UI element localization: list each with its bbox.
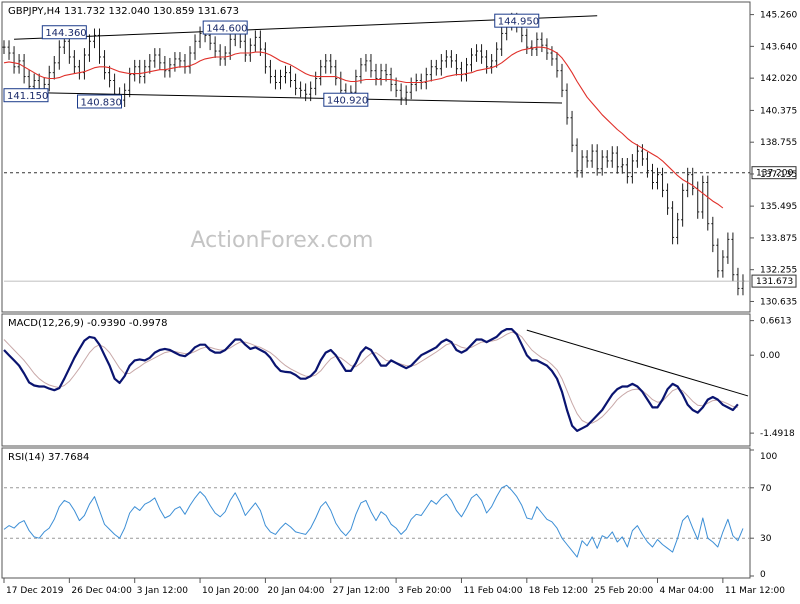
macd-y-tick-label: -1.4918 — [760, 429, 795, 439]
price-level-label: 144.600 — [206, 24, 247, 35]
x-tick-label: 20 Jan 04:00 — [267, 586, 324, 596]
chart-ohlc-label: 131.732 132.040 130.859 131.673 — [64, 6, 239, 17]
price-y-tick-label: 140.375 — [760, 106, 797, 116]
price-y-tick-label: 143.640 — [760, 42, 797, 52]
x-tick-label: 25 Feb 20:00 — [594, 586, 653, 596]
price-level-label: 140.830 — [81, 97, 122, 108]
price-y-tick-label: 130.635 — [760, 297, 797, 307]
price-y-tick-label: 133.875 — [760, 234, 797, 244]
x-tick-label: 4 Mar 04:00 — [660, 586, 715, 596]
price-level-label: 144.950 — [498, 17, 539, 28]
price-y-tick-label: 132.255 — [760, 266, 797, 276]
rsi-y-tick-label: 100 — [760, 452, 777, 462]
price-y-tick-label: 138.755 — [760, 138, 797, 148]
x-tick-label: 3 Jan 12:00 — [137, 586, 189, 596]
price-y-tick-label: 145.260 — [760, 11, 797, 21]
macd-y-tick-label: 0.6613 — [760, 317, 792, 327]
chart-symbol-label: GBPJPY,H4 — [8, 6, 61, 17]
x-tick-label: 3 Feb 20:00 — [398, 586, 452, 596]
x-tick-label: 17 Dec 2019 — [6, 586, 64, 596]
last-price-label: 131.673 — [756, 277, 793, 287]
macd-y-tick-label: 0.00 — [760, 351, 780, 361]
price-y-tick-label: 137.135 — [760, 170, 797, 180]
x-tick-label: 18 Feb 12:00 — [529, 586, 588, 596]
price-level-label: 144.360 — [45, 28, 86, 39]
macd-title: MACD(12,26,9) -0.9390 -0.9978 — [8, 318, 168, 329]
x-tick-label: 26 Dec 04:00 — [71, 586, 132, 596]
rsi-y-tick-label: 70 — [760, 484, 772, 494]
price-y-tick-label: 135.495 — [760, 202, 797, 212]
rsi-title: RSI(14) 37.7684 — [8, 452, 89, 463]
price-y-tick-label: 142.020 — [760, 74, 797, 84]
price-level-label: 141.150 — [7, 91, 48, 102]
x-tick-label: 10 Jan 20:00 — [202, 586, 259, 596]
chart-canvas: ActionForex.com GBPJPY,H4 131.732 132.04… — [0, 0, 800, 600]
x-tick-label: 11 Mar 12:00 — [725, 586, 785, 596]
rsi-y-tick-label: 30 — [760, 534, 772, 544]
x-tick-label: 27 Jan 12:00 — [333, 586, 390, 596]
rsi-y-tick-label: 0 — [760, 570, 766, 580]
chart-container: ActionForex.com GBPJPY,H4 131.732 132.04… — [0, 0, 800, 604]
x-tick-label: 11 Feb 04:00 — [463, 586, 522, 596]
watermark-text: ActionForex.com — [191, 228, 374, 253]
price-level-label: 140.920 — [327, 96, 368, 107]
